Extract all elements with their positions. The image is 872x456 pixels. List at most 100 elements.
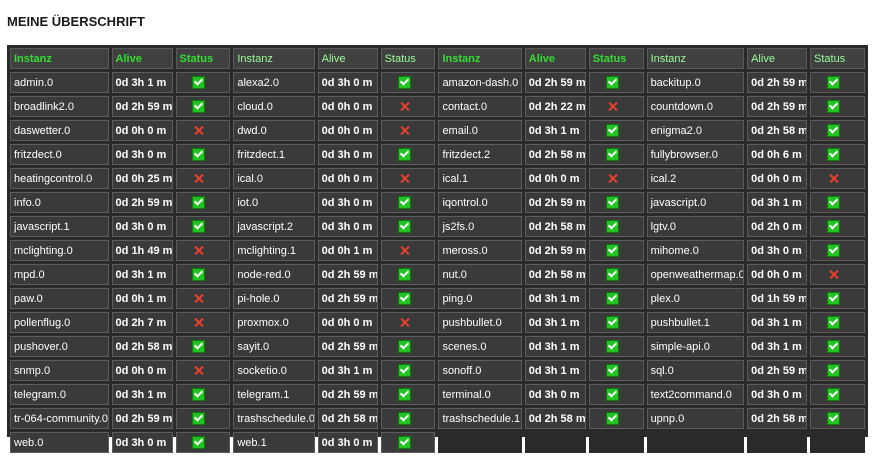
instance-name: trashschedule.1 bbox=[438, 408, 522, 429]
table-row: pushover.0 0d 2h 58 m sayit.0 0d 2h 59 m sce… bbox=[10, 336, 865, 357]
red-x-icon bbox=[607, 173, 618, 184]
status-cell bbox=[175, 192, 231, 213]
table-row: paw.0 0d 0h 1 m pi-hole.0 0d 2h 59 m ping.0 0… bbox=[10, 288, 865, 309]
status-cell bbox=[380, 240, 436, 261]
instance-name: email.0 bbox=[438, 120, 522, 141]
green-checkmark-icon bbox=[397, 436, 411, 449]
alive-duration: 0d 1h 59 m bbox=[747, 288, 808, 309]
status-cell bbox=[380, 96, 436, 117]
status-cell bbox=[810, 360, 865, 381]
instance-status-table: Instanz Alive Status Instanz Alive Statu… bbox=[7, 45, 868, 456]
status-cell bbox=[380, 360, 436, 381]
green-checkmark-icon bbox=[827, 340, 841, 353]
alive-duration: 0d 2h 59 m bbox=[111, 408, 173, 429]
status-cell bbox=[175, 96, 231, 117]
instance-name: pollenflug.0 bbox=[10, 312, 109, 333]
green-checkmark-icon bbox=[192, 340, 206, 353]
green-checkmark-icon bbox=[827, 196, 841, 209]
green-checkmark-icon bbox=[192, 76, 206, 89]
green-checkmark-icon bbox=[827, 124, 841, 137]
instance-name: heatingcontrol.0 bbox=[10, 168, 109, 189]
status-cell bbox=[810, 240, 865, 261]
alive-duration: 0d 3h 0 m bbox=[111, 216, 173, 237]
status-cell bbox=[380, 144, 436, 165]
status-cell bbox=[175, 408, 231, 429]
status-cell bbox=[175, 384, 231, 405]
green-checkmark-icon bbox=[605, 196, 619, 209]
table-row: mclighting.0 0d 1h 49 m mclighting.1 0d 0h … bbox=[10, 240, 865, 261]
status-cell bbox=[380, 264, 436, 285]
green-checkmark-icon bbox=[192, 388, 206, 401]
instance-name: ical.2 bbox=[646, 168, 745, 189]
instance-status-table-container: Instanz Alive Status Instanz Alive Statu… bbox=[7, 45, 868, 453]
status-cell bbox=[175, 120, 231, 141]
instance-name: broadlink2.0 bbox=[10, 96, 109, 117]
table-row: heatingcontrol.0 0d 0h 25 m ical.0 0d 0h 0 … bbox=[10, 168, 865, 189]
green-checkmark-icon bbox=[827, 220, 841, 233]
alive-duration: 0d 0h 25 m bbox=[111, 168, 173, 189]
header-status: Status bbox=[810, 48, 865, 69]
status-cell bbox=[810, 216, 865, 237]
alive-duration: 0d 2h 22 m bbox=[524, 96, 586, 117]
green-checkmark-icon bbox=[827, 292, 841, 305]
red-x-icon bbox=[399, 317, 410, 328]
green-checkmark-icon bbox=[605, 76, 619, 89]
alive-duration: 0d 3h 1 m bbox=[524, 120, 586, 141]
alive-duration: 0d 0h 0 m bbox=[111, 120, 173, 141]
alive-duration: 0d 2h 58 m bbox=[747, 408, 808, 429]
alive-duration: 0d 0h 0 m bbox=[317, 120, 378, 141]
alive-duration: 0d 2h 58 m bbox=[524, 408, 586, 429]
instance-name: iot.0 bbox=[233, 192, 315, 213]
instance-name: mclighting.1 bbox=[233, 240, 315, 261]
green-checkmark-icon bbox=[397, 364, 411, 377]
green-checkmark-icon bbox=[827, 316, 841, 329]
alive-duration: 0d 3h 0 m bbox=[111, 144, 173, 165]
instance-name: info.0 bbox=[10, 192, 109, 213]
green-checkmark-icon bbox=[397, 76, 411, 89]
status-cell bbox=[810, 120, 865, 141]
green-checkmark-icon bbox=[192, 436, 206, 449]
green-checkmark-icon bbox=[605, 316, 619, 329]
empty-cell bbox=[747, 432, 808, 453]
alive-duration: 0d 0h 0 m bbox=[317, 168, 378, 189]
alive-duration: 0d 2h 58 m bbox=[317, 408, 378, 429]
status-cell bbox=[175, 264, 231, 285]
instance-name: fullybrowser.0 bbox=[646, 144, 745, 165]
status-cell bbox=[588, 144, 644, 165]
red-x-icon bbox=[193, 125, 204, 136]
green-checkmark-icon bbox=[605, 244, 619, 257]
status-cell bbox=[588, 96, 644, 117]
instance-name: tr-064-community.0 bbox=[10, 408, 109, 429]
green-checkmark-icon bbox=[827, 148, 841, 161]
alive-duration: 0d 0h 0 m bbox=[317, 96, 378, 117]
status-cell bbox=[588, 288, 644, 309]
instance-name: text2command.0 bbox=[646, 384, 745, 405]
red-x-icon bbox=[399, 125, 410, 136]
green-checkmark-icon bbox=[827, 388, 841, 401]
status-cell bbox=[175, 216, 231, 237]
table-row: javascript.1 0d 3h 0 m javascript.2 0d 3h 0… bbox=[10, 216, 865, 237]
instance-name: snmp.0 bbox=[10, 360, 109, 381]
status-cell bbox=[380, 216, 436, 237]
table-row: info.0 0d 2h 59 m iot.0 0d 3h 0 m iqontrol.0… bbox=[10, 192, 865, 213]
green-checkmark-icon bbox=[192, 220, 206, 233]
alive-duration: 0d 3h 1 m bbox=[524, 288, 586, 309]
status-cell bbox=[588, 216, 644, 237]
table-body: admin.0 0d 3h 1 m alexa2.0 0d 3h 0 m amazon-… bbox=[10, 72, 865, 453]
alive-duration: 0d 0h 1 m bbox=[317, 240, 378, 261]
table-row: fritzdect.0 0d 3h 0 m fritzdect.1 0d 3h 0 m… bbox=[10, 144, 865, 165]
green-checkmark-icon bbox=[605, 364, 619, 377]
instance-name: lgtv.0 bbox=[646, 216, 745, 237]
alive-duration: 0d 0h 0 m bbox=[524, 168, 586, 189]
alive-duration: 0d 2h 59 m bbox=[317, 336, 378, 357]
red-x-icon bbox=[399, 245, 410, 256]
table-row: tr-064-community.0 0d 2h 59 m trashschedul… bbox=[10, 408, 865, 429]
green-checkmark-icon bbox=[605, 148, 619, 161]
instance-name: pushover.0 bbox=[10, 336, 109, 357]
alive-duration: 0d 3h 0 m bbox=[111, 432, 173, 453]
instance-name: cloud.0 bbox=[233, 96, 315, 117]
status-cell bbox=[175, 288, 231, 309]
instance-name: telegram.1 bbox=[233, 384, 315, 405]
alive-duration: 0d 3h 0 m bbox=[524, 384, 586, 405]
alive-duration: 0d 0h 1 m bbox=[111, 288, 173, 309]
